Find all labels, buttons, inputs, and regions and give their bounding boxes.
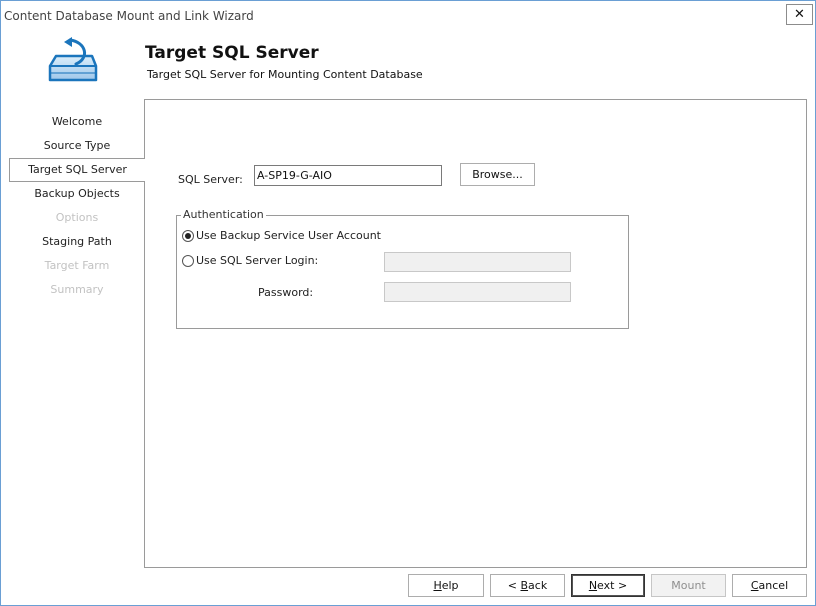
radio-backup-service-account[interactable] xyxy=(182,230,194,242)
password-input xyxy=(384,282,571,302)
nav-item-welcome[interactable]: Welcome xyxy=(9,111,145,133)
authentication-legend: Authentication xyxy=(181,208,266,221)
nav-item-backup-objects[interactable]: Backup Objects xyxy=(9,183,145,205)
cancel-button[interactable]: Cancel xyxy=(732,574,807,597)
password-label: Password: xyxy=(258,286,314,299)
next-button[interactable]: Next > xyxy=(571,574,645,597)
radio-selected-dot xyxy=(185,233,191,239)
radio-sql-server-login-label[interactable]: Use SQL Server Login: xyxy=(196,254,318,267)
nav-item-staging-path[interactable]: Staging Path xyxy=(9,231,145,253)
nav-item-options: Options xyxy=(55,211,99,224)
radio-backup-service-account-label[interactable]: Use Backup Service User Account xyxy=(196,229,381,242)
sql-server-input[interactable] xyxy=(254,165,442,186)
page-title: Target SQL Server xyxy=(145,43,319,63)
page-subtitle: Target SQL Server for Mounting Content D… xyxy=(147,68,423,81)
close-icon: ✕ xyxy=(794,7,805,22)
radio-sql-server-login[interactable] xyxy=(182,255,194,267)
nav-item-target-farm: Target Farm xyxy=(44,259,110,272)
sql-login-input xyxy=(384,252,571,272)
nav-item-source-type[interactable]: Source Type xyxy=(9,135,145,157)
nav-item-summary: Summary xyxy=(50,283,104,296)
help-button[interactable]: Help xyxy=(408,574,484,597)
database-mount-icon xyxy=(46,36,98,90)
browse-button[interactable]: Browse... xyxy=(460,163,535,186)
mount-button: Mount xyxy=(651,574,726,597)
nav-item-target-sql-server[interactable]: Target SQL Server xyxy=(9,158,145,182)
sql-server-label: SQL Server: xyxy=(178,173,243,186)
window-title: Content Database Mount and Link Wizard xyxy=(4,9,254,23)
back-button[interactable]: < Back xyxy=(490,574,565,597)
close-button[interactable]: ✕ xyxy=(786,4,813,25)
